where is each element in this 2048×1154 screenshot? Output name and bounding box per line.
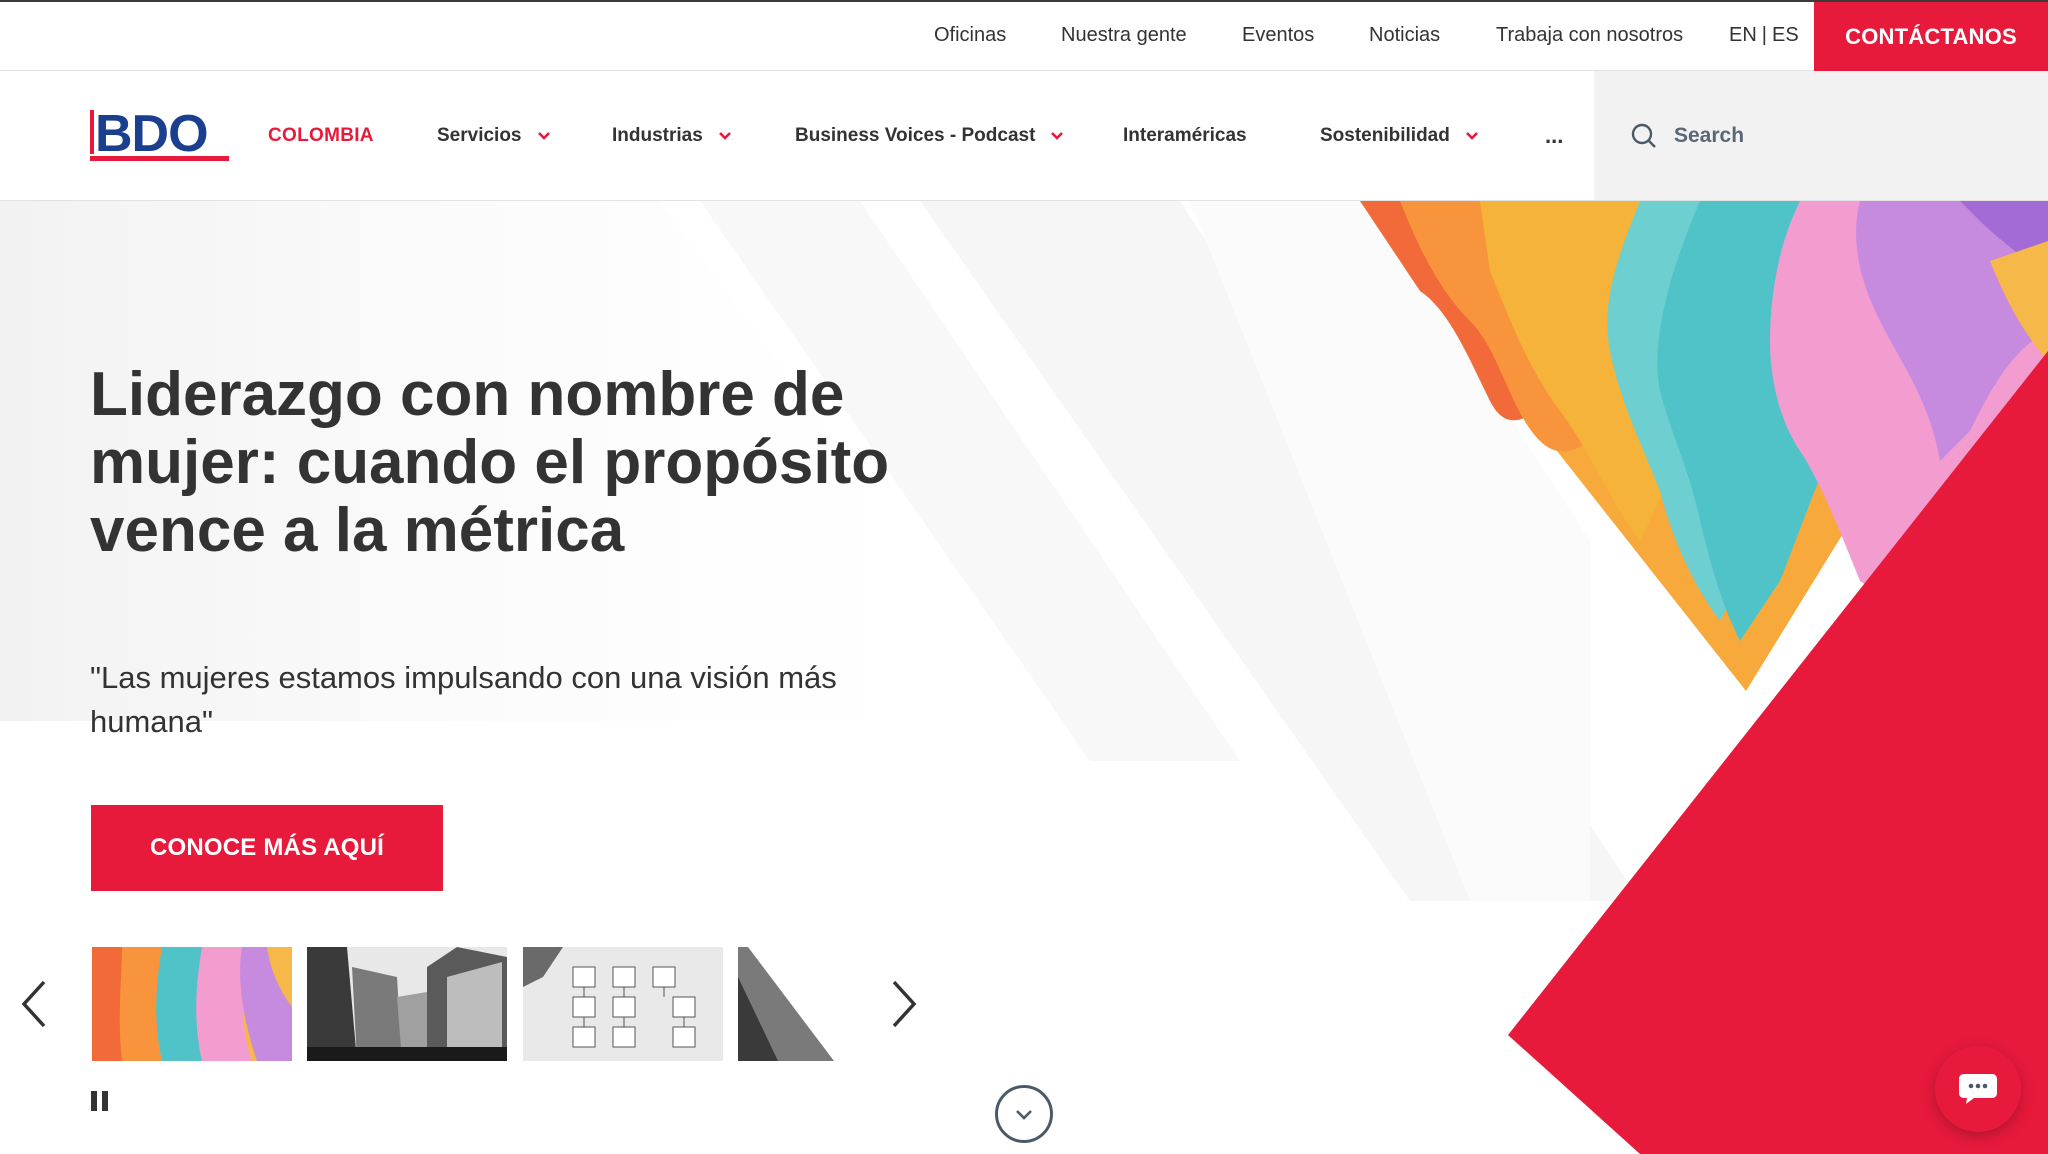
carousel-thumb-orgchart[interactable]	[523, 947, 723, 1061]
utility-bar: Oficinas Nuestra gente Eventos Noticias …	[0, 0, 2048, 71]
main-nav: BDO COLOMBIA Servicios Industrias Busine…	[0, 71, 2048, 201]
women-profiles-thumbnail	[92, 947, 292, 1061]
country-label[interactable]: COLOMBIA	[268, 125, 374, 147]
nav-item-label: Business Voices - Podcast	[795, 125, 1036, 146]
lang-separator: |	[1761, 24, 1767, 46]
chevron-down-icon	[1016, 1110, 1032, 1120]
org-chart-thumbnail	[523, 947, 723, 1061]
lang-es-link[interactable]: ES	[1772, 24, 1799, 46]
conoce-mas-button[interactable]: CONOCE MÁS AQUÍ	[91, 805, 443, 891]
utility-link-nuestra-gente[interactable]: Nuestra gente	[1061, 24, 1187, 47]
nav-item-industrias[interactable]: Industrias	[612, 125, 733, 147]
carousel-thumb-city[interactable]	[307, 947, 507, 1061]
contact-button[interactable]: CONTÁCTANOS	[1814, 2, 2048, 71]
utility-link-trabaja[interactable]: Trabaja con nosotros	[1496, 24, 1683, 47]
nav-item-sostenibilidad[interactable]: Sostenibilidad	[1320, 125, 1480, 147]
nav-item-podcast[interactable]: Business Voices - Podcast	[795, 125, 1065, 147]
chevron-down-icon	[536, 128, 552, 144]
carousel-thumb-women[interactable]	[92, 947, 292, 1061]
city-skyscrapers-thumbnail	[307, 947, 507, 1061]
laptop-thumbnail	[738, 947, 834, 1061]
nav-item-label: Servicios	[437, 125, 522, 146]
nav-item-servicios[interactable]: Servicios	[437, 125, 552, 147]
carousel-thumb-laptop[interactable]	[738, 947, 834, 1061]
utility-link-oficinas[interactable]: Oficinas	[934, 24, 1006, 47]
chat-button[interactable]	[1935, 1046, 2021, 1132]
nav-item-label: Interaméricas	[1123, 125, 1247, 146]
chevron-down-icon	[1464, 128, 1480, 144]
bdo-logo-graphic: BDO	[90, 105, 229, 163]
utility-link-noticias[interactable]: Noticias	[1369, 24, 1440, 47]
hero-title: Liderazgo con nombre de mujer: cuando el…	[90, 360, 890, 565]
pause-button[interactable]	[91, 1091, 111, 1115]
carousel-next-button[interactable]	[884, 976, 924, 1032]
pause-icon-bar	[91, 1091, 97, 1111]
chevron-left-icon	[21, 980, 46, 1028]
search-box[interactable]	[1594, 71, 2048, 200]
utility-link-eventos[interactable]: Eventos	[1242, 24, 1314, 47]
more-menu-button[interactable]: ...	[1545, 123, 1563, 149]
chat-bubble-icon	[1959, 1074, 1997, 1104]
nav-item-label: Industrias	[612, 125, 703, 146]
pause-icon-bar	[102, 1091, 108, 1111]
scroll-down-button[interactable]	[995, 1085, 1053, 1143]
chevron-down-icon	[1049, 128, 1065, 144]
hero-subtitle: "Las mujeres estamos impulsando con una …	[90, 660, 837, 739]
logo-text: BDO	[95, 106, 208, 163]
hero-section: Liderazgo con nombre de mujer: cuando el…	[0, 201, 2048, 1154]
chevron-down-icon	[717, 128, 733, 144]
nav-item-label: Sostenibilidad	[1320, 125, 1450, 146]
carousel-prev-button[interactable]	[14, 976, 54, 1032]
nav-item-interamericas[interactable]: Interaméricas	[1123, 125, 1247, 147]
search-input[interactable]	[1674, 123, 2014, 148]
chevron-right-icon	[892, 980, 917, 1028]
search-icon	[1631, 123, 1656, 148]
bdo-logo[interactable]: BDO	[89, 105, 231, 164]
language-switcher: EN | ES	[1729, 24, 1799, 47]
lang-en-link[interactable]: EN	[1729, 24, 1757, 46]
